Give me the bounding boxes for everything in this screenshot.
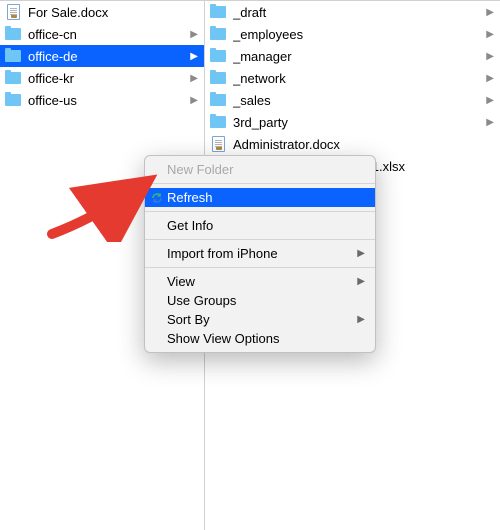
docx-file-icon [4,3,22,21]
disclosure-arrow-icon: ▶ [486,73,494,84]
item-label: _sales [233,93,482,108]
item-label: office-cn [28,27,186,42]
folder-icon [209,3,227,21]
menu-item: New Folder [145,160,375,179]
menu-separator [145,267,375,268]
folder-icon [209,47,227,65]
folder-icon [209,91,227,109]
menu-item[interactable]: Sort By ▶ [145,310,375,329]
item-label: Administrator.docx [233,137,494,152]
menu-separator [145,211,375,212]
disclosure-arrow-icon: ▶ [190,73,198,84]
disclosure-arrow-icon: ▶ [486,29,494,40]
menu-item-label: Show View Options [167,331,280,346]
item-label: office-de [28,49,186,64]
context-menu: New Folder Refresh Get Info Import from iPh… [144,155,376,353]
docx-file-icon [209,135,227,153]
disclosure-arrow-icon: ▶ [486,7,494,18]
item-label: _draft [233,5,482,20]
folder-row[interactable]: office-kr ▶ [0,67,204,89]
menu-item[interactable]: Refresh [145,188,375,207]
folder-icon [4,69,22,87]
menu-separator [145,183,375,184]
menu-separator [145,239,375,240]
menu-item-label: Refresh [167,190,213,205]
item-label: office-kr [28,71,186,86]
submenu-arrow-icon: ▶ [357,248,365,259]
menu-item[interactable]: Use Groups [145,291,375,310]
item-label: _network [233,71,482,86]
folder-row[interactable]: _employees ▶ [205,23,500,45]
item-label: _employees [233,27,482,42]
item-label: _manager [233,49,482,64]
refresh-icon [151,192,163,204]
menu-item-label: Import from iPhone [167,246,278,261]
folder-row[interactable]: _sales ▶ [205,89,500,111]
folder-row[interactable]: _manager ▶ [205,45,500,67]
disclosure-arrow-icon: ▶ [486,117,494,128]
disclosure-arrow-icon: ▶ [486,95,494,106]
menu-item[interactable]: Show View Options [145,329,375,348]
folder-row[interactable]: _draft ▶ [205,1,500,23]
disclosure-arrow-icon: ▶ [190,95,198,106]
submenu-arrow-icon: ▶ [357,314,365,325]
folder-icon [209,25,227,43]
menu-item[interactable]: Get Info [145,216,375,235]
menu-item-label: View [167,274,195,289]
disclosure-arrow-icon: ▶ [486,51,494,62]
disclosure-arrow-icon: ▶ [190,29,198,40]
folder-row[interactable]: office-cn ▶ [0,23,204,45]
menu-item[interactable]: View ▶ [145,272,375,291]
menu-item[interactable]: Import from iPhone ▶ [145,244,375,263]
folder-icon [4,47,22,65]
item-label: 3rd_party [233,115,482,130]
disclosure-arrow-icon: ▶ [190,51,198,62]
menu-item-label: New Folder [167,162,233,177]
item-label: For Sale.docx [28,5,198,20]
folder-icon [4,91,22,109]
folder-row[interactable]: _network ▶ [205,67,500,89]
folder-row[interactable]: office-de ▶ [0,45,204,67]
file-row[interactable]: For Sale.docx [0,1,204,23]
menu-item-label: Get Info [167,218,213,233]
folder-row[interactable]: office-us ▶ [0,89,204,111]
menu-item-label: Use Groups [167,293,236,308]
item-label: office-us [28,93,186,108]
menu-item-label: Sort By [167,312,210,327]
file-row[interactable]: Administrator.docx [205,133,500,155]
folder-icon [4,25,22,43]
folder-row[interactable]: 3rd_party ▶ [205,111,500,133]
submenu-arrow-icon: ▶ [357,276,365,287]
folder-icon [209,113,227,131]
folder-icon [209,69,227,87]
